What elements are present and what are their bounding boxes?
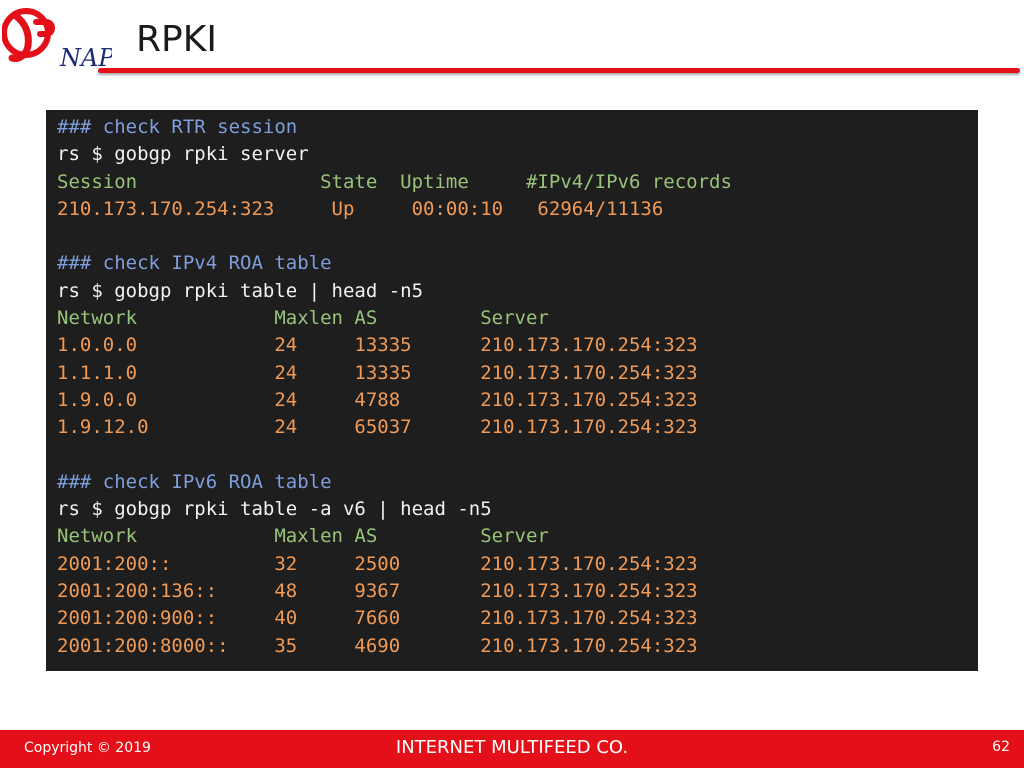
slide-title: RPKI (136, 19, 217, 60)
terminal-line-comment: ### check IPv4 ROA table (57, 252, 332, 275)
terminal-line-data: 1.9.0.0 24 4788 210.173.170.254:323 (57, 388, 698, 411)
terminal-line-comment: ### check IPv6 ROA table (57, 470, 332, 493)
terminal-output: ### check RTR session rs $ gobgp rpki ser… (46, 110, 978, 671)
page-number: 62 (992, 739, 1010, 755)
jpnap-logo-mark: NAP (1, 8, 115, 72)
terminal-line-header: Network Maxlen AS Server (57, 525, 549, 548)
terminal-line-data: 1.9.12.0 24 65037 210.173.170.254:323 (57, 416, 698, 439)
title-underline (98, 68, 1020, 73)
terminal-line-comment: ### check RTR session (57, 116, 298, 138)
terminal-line-data: 1.1.1.0 24 13335 210.173.170.254:323 (57, 361, 698, 384)
terminal-line-cmd: rs $ gobgp rpki table -a v6 | head -n5 (57, 498, 492, 521)
logo-text: NAP (59, 44, 112, 68)
company-name: INTERNET MULTIFEED CO. (395, 737, 629, 758)
terminal-line-header: Session State Uptime #IPv4/IPv6 records (57, 170, 732, 193)
terminal-line-data: 2001:200:900:: 40 7660 210.173.170.254:3… (57, 607, 698, 630)
terminal-line-data: 2001:200:136:: 48 9367 210.173.170.254:3… (57, 580, 698, 603)
terminal-line-data: 2001:200:: 32 2500 210.173.170.254:323 (57, 552, 698, 575)
terminal-line-cmd: rs $ gobgp rpki server (57, 143, 309, 166)
terminal-line-cmd: rs $ gobgp rpki table | head -n5 (57, 279, 424, 302)
terminal-line-header: Network Maxlen AS Server (57, 307, 549, 330)
terminal-line-data: 2001:200:8000:: 35 4690 210.173.170.254:… (57, 634, 698, 657)
jpnap-logo: NAP (1, 2, 115, 72)
terminal-line-data: 1.0.0.0 24 13335 210.173.170.254:323 (57, 334, 698, 357)
terminal-line-data: 210.173.170.254:323 Up 00:00:10 62964/11… (57, 197, 664, 220)
footer-bar: Copyright © 2019 INTERNET MULTIFEED CO. … (0, 730, 1024, 768)
